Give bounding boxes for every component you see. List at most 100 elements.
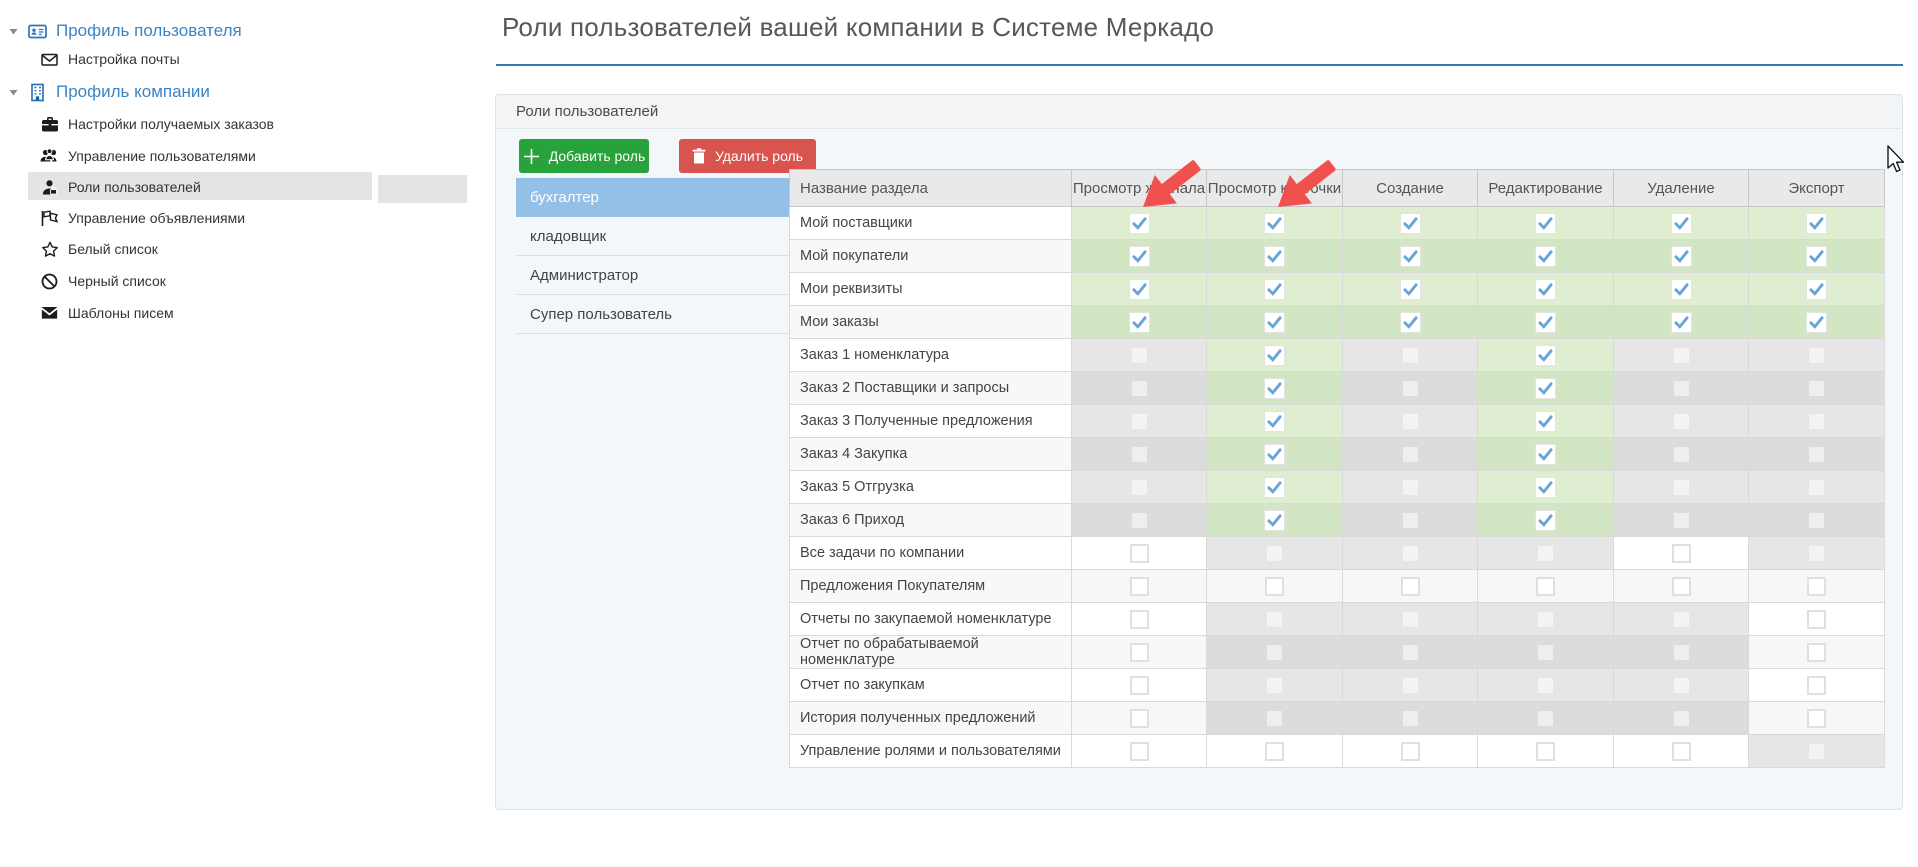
permission-checkbox[interactable] (1536, 511, 1555, 530)
permission-checkbox[interactable] (1130, 610, 1149, 629)
permission-cell-unchecked (1072, 603, 1207, 636)
permission-checkbox[interactable] (1265, 247, 1284, 266)
permission-cell-disabled (1072, 471, 1207, 504)
sidebar-item-6[interactable]: Управление объявлениями (40, 206, 245, 230)
permission-checkbox[interactable] (1265, 577, 1284, 596)
permission-checkbox[interactable] (1536, 280, 1555, 299)
permission-checkbox[interactable] (1536, 445, 1555, 464)
permission-checkbox[interactable] (1672, 280, 1691, 299)
permission-checkbox[interactable] (1401, 577, 1420, 596)
id-card-icon (28, 22, 47, 41)
sidebar-item-8[interactable]: Черный список (40, 269, 166, 293)
permission-checkbox[interactable] (1130, 214, 1149, 233)
permission-checkbox[interactable] (1536, 346, 1555, 365)
sidebar-item-1[interactable]: Настройка почты (40, 47, 180, 71)
permission-checkbox[interactable] (1807, 709, 1826, 728)
permission-cell-unchecked (1207, 735, 1343, 768)
permission-checkbox[interactable] (1672, 742, 1691, 761)
table-row-3: Мои заказы (790, 306, 1885, 339)
permission-checkbox (1132, 447, 1147, 462)
sidebar-item-3[interactable]: Настройки получаемых заказов (40, 112, 274, 136)
permission-checkbox[interactable] (1265, 346, 1284, 365)
role-item-1[interactable]: кладовщик (516, 217, 791, 256)
permission-checkbox[interactable] (1130, 676, 1149, 695)
permission-checkbox[interactable] (1401, 280, 1420, 299)
permission-checkbox[interactable] (1672, 313, 1691, 332)
permission-checkbox[interactable] (1807, 676, 1826, 695)
caret-down-icon[interactable] (8, 87, 22, 98)
permission-checkbox[interactable] (1401, 214, 1420, 233)
section-label: Отчеты по закупаемой номенклатуре (790, 603, 1072, 636)
permission-checkbox[interactable] (1265, 412, 1284, 431)
permission-checkbox[interactable] (1130, 544, 1149, 563)
permission-checkbox[interactable] (1536, 577, 1555, 596)
permission-checkbox[interactable] (1536, 313, 1555, 332)
permission-checkbox[interactable] (1130, 709, 1149, 728)
permission-checkbox[interactable] (1807, 577, 1826, 596)
permission-checkbox[interactable] (1265, 478, 1284, 497)
permission-checkbox[interactable] (1265, 313, 1284, 332)
permission-checkbox[interactable] (1265, 445, 1284, 464)
permission-checkbox[interactable] (1536, 379, 1555, 398)
permission-checkbox[interactable] (1807, 313, 1826, 332)
sidebar-item-2[interactable]: Профиль компании (8, 80, 210, 104)
permission-cell-disabled (1749, 339, 1885, 372)
sidebar-item-4[interactable]: Управление пользователями (40, 144, 256, 168)
permission-cell-disabled (1614, 702, 1749, 735)
permission-checkbox[interactable] (1265, 280, 1284, 299)
role-item-0[interactable]: бухгалтер (516, 178, 791, 217)
permission-checkbox[interactable] (1265, 511, 1284, 530)
sidebar-item-9[interactable]: Шаблоны писем (40, 301, 174, 325)
permission-checkbox[interactable] (1536, 478, 1555, 497)
sidebar-item-label: Белый список (68, 241, 158, 257)
table-row-2: Мои реквизиты (790, 273, 1885, 306)
permission-cell-unchecked (1072, 735, 1207, 768)
permission-checkbox[interactable] (1130, 742, 1149, 761)
permission-checkbox[interactable] (1265, 379, 1284, 398)
sidebar-item-0[interactable]: Профиль пользователя (8, 19, 242, 43)
permission-checkbox[interactable] (1536, 214, 1555, 233)
permission-checkbox[interactable] (1672, 577, 1691, 596)
delete-role-label: Удалить роль (715, 148, 803, 164)
permission-cell-disabled (1207, 603, 1343, 636)
permission-checkbox[interactable] (1672, 544, 1691, 563)
permission-cell-checked (1478, 471, 1614, 504)
section-label: Предложения Покупателям (790, 570, 1072, 603)
permission-checkbox[interactable] (1130, 577, 1149, 596)
trash-icon (692, 148, 706, 164)
permission-cell-unchecked (1072, 636, 1207, 669)
permission-checkbox[interactable] (1536, 247, 1555, 266)
permission-cell-disabled (1072, 372, 1207, 405)
role-item-3[interactable]: Супер пользователь (516, 295, 791, 334)
permission-checkbox[interactable] (1401, 247, 1420, 266)
permission-checkbox[interactable] (1130, 313, 1149, 332)
add-role-button[interactable]: Добавить роль (519, 139, 649, 173)
sidebar-item-7[interactable]: Белый список (40, 237, 158, 261)
role-item-2[interactable]: Администратор (516, 256, 791, 295)
permission-checkbox[interactable] (1807, 214, 1826, 233)
permission-cell-disabled (1614, 669, 1749, 702)
permission-cell-unchecked (1343, 570, 1478, 603)
permission-checkbox[interactable] (1807, 610, 1826, 629)
permission-checkbox[interactable] (1807, 280, 1826, 299)
permission-checkbox[interactable] (1672, 247, 1691, 266)
permission-checkbox[interactable] (1130, 247, 1149, 266)
permission-checkbox[interactable] (1401, 313, 1420, 332)
permission-cell-checked (1478, 504, 1614, 537)
star-icon (40, 240, 59, 259)
permission-cell-disabled (1478, 537, 1614, 570)
permission-checkbox[interactable] (1807, 643, 1826, 662)
permission-checkbox[interactable] (1265, 742, 1284, 761)
permission-checkbox[interactable] (1536, 412, 1555, 431)
permission-checkbox[interactable] (1130, 643, 1149, 662)
sidebar-item-5[interactable]: Роли пользователей (40, 175, 201, 199)
permission-checkbox[interactable] (1265, 214, 1284, 233)
delete-role-button[interactable]: Удалить роль (679, 139, 816, 173)
permission-checkbox[interactable] (1807, 247, 1826, 266)
permission-cell-disabled (1749, 471, 1885, 504)
permission-checkbox[interactable] (1401, 742, 1420, 761)
permission-checkbox[interactable] (1536, 742, 1555, 761)
caret-down-icon[interactable] (8, 26, 22, 37)
permission-checkbox[interactable] (1130, 280, 1149, 299)
permission-checkbox[interactable] (1672, 214, 1691, 233)
